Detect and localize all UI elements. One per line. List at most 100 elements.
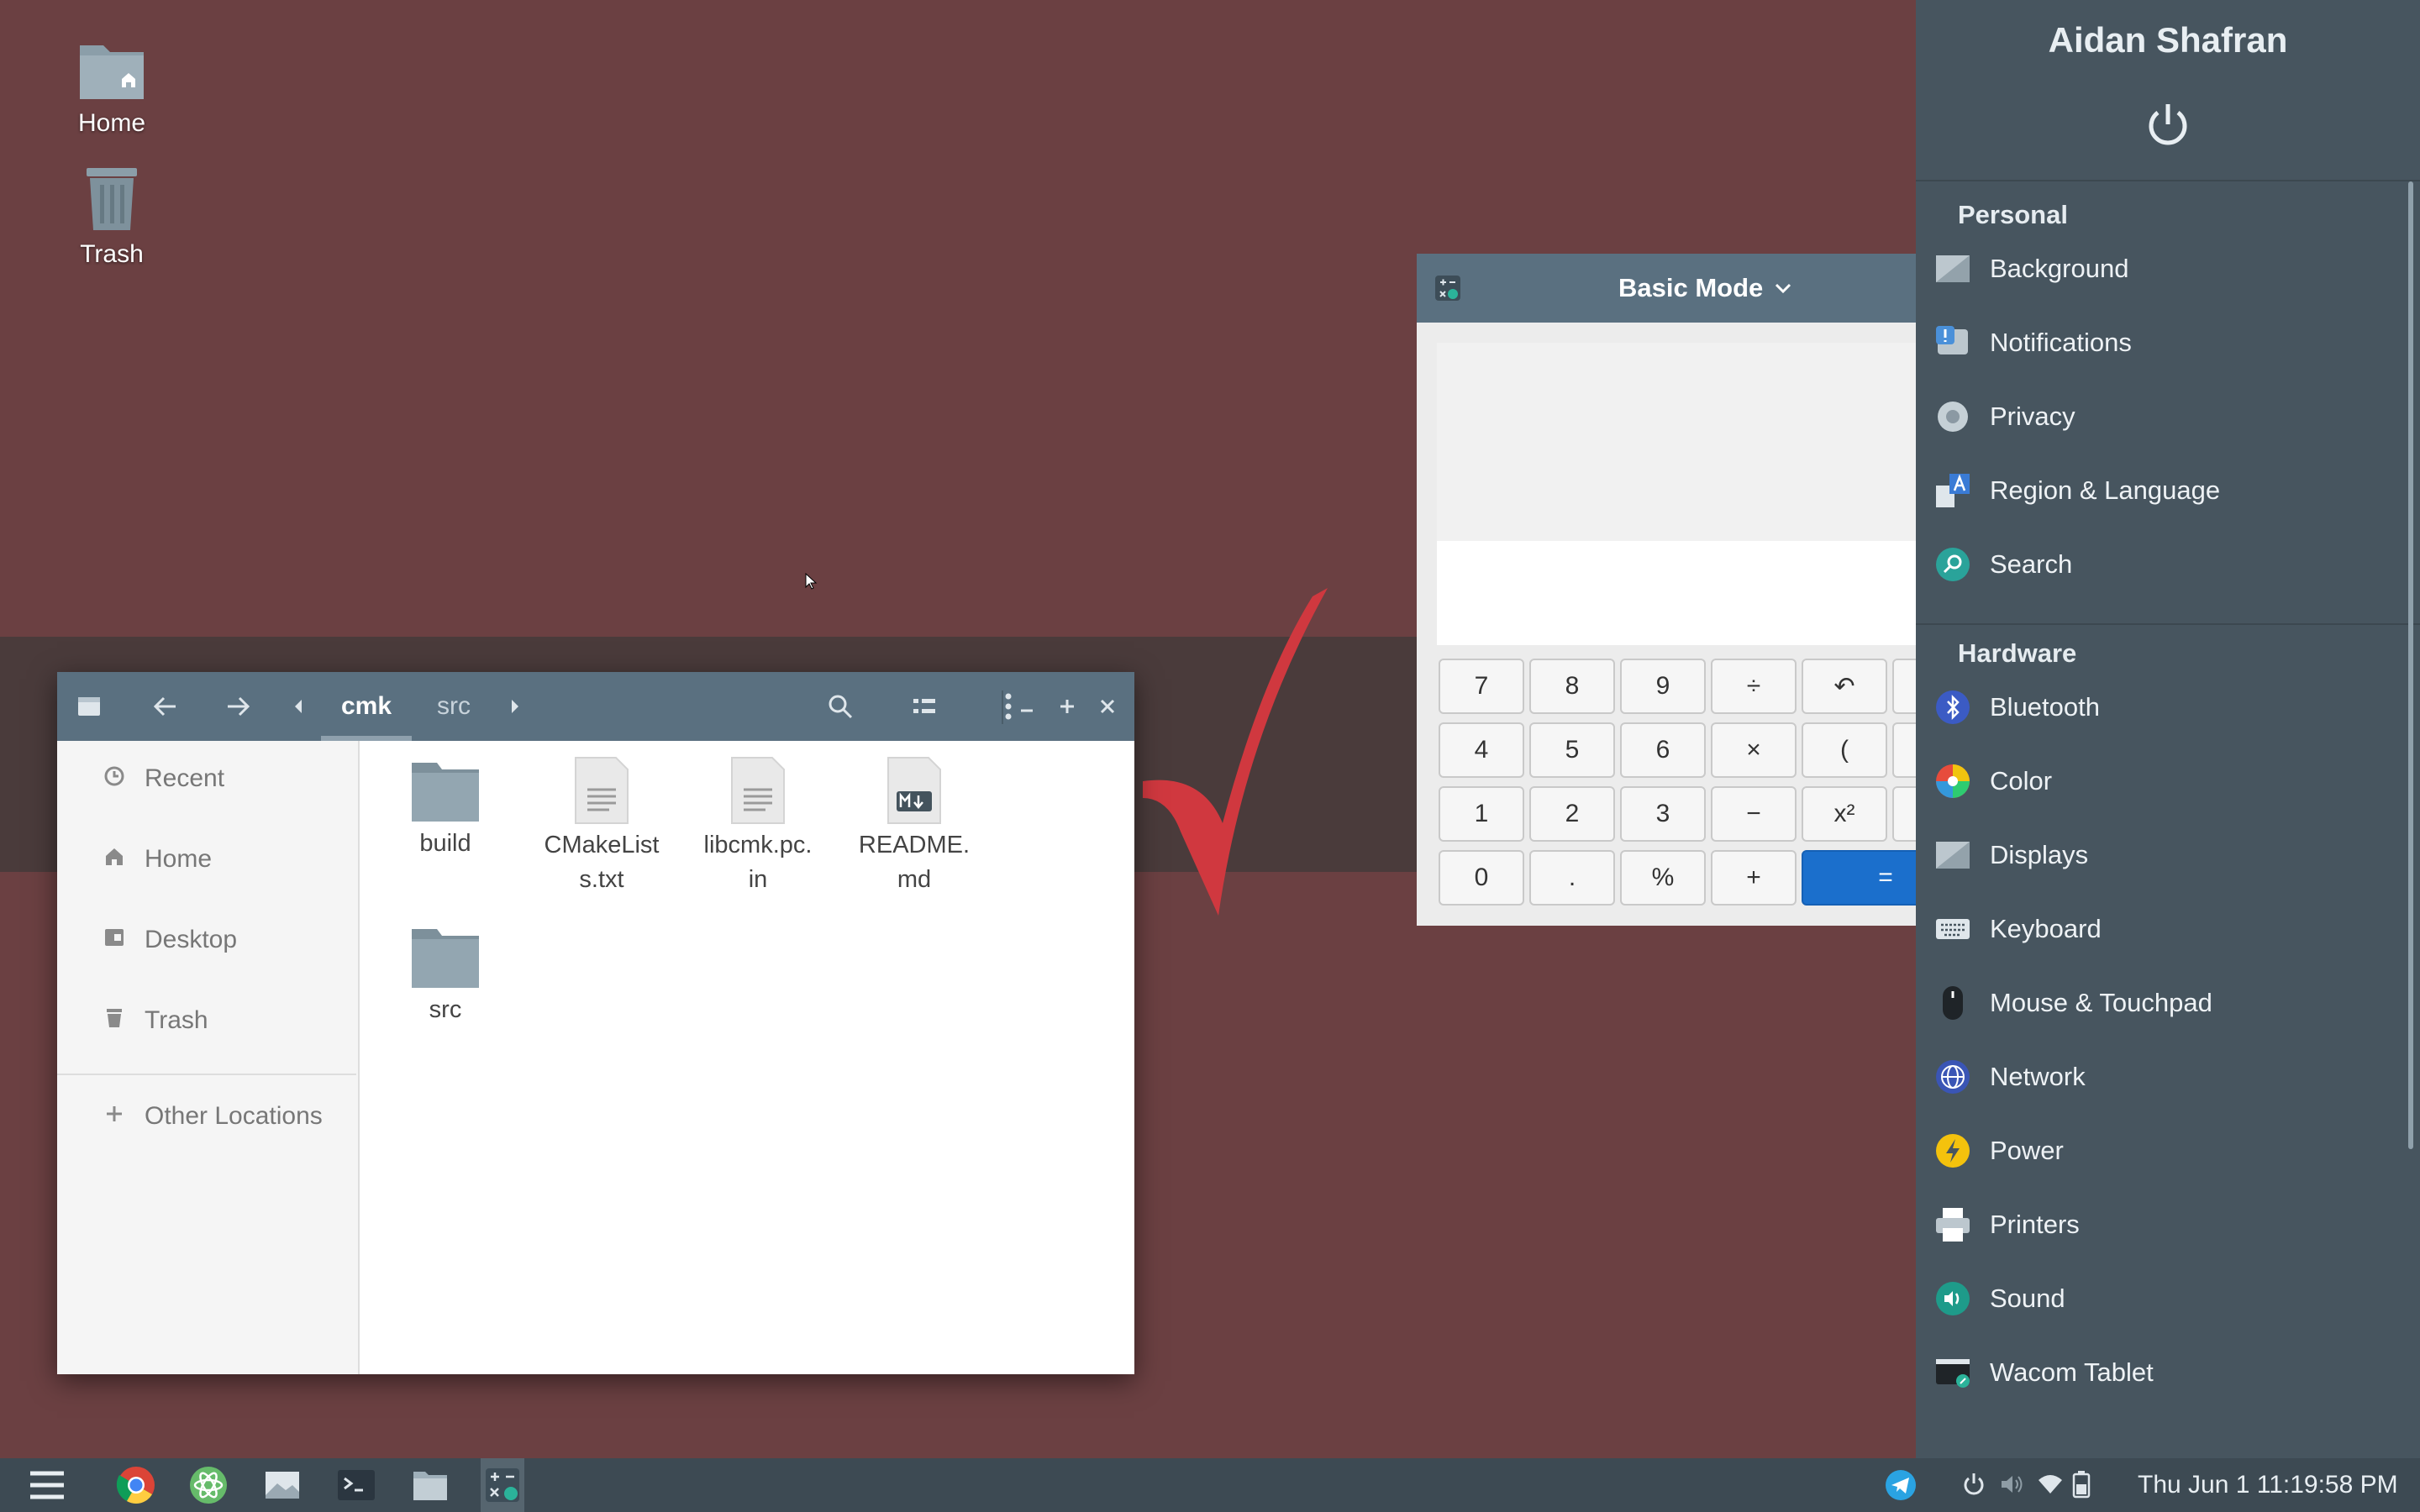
settings-item-sound[interactable]: Sound <box>1916 1265 2412 1332</box>
settings-item-label: Wacom Tablet <box>1990 1357 2154 1387</box>
header-separator <box>1002 690 1003 724</box>
breadcrumb-cmk[interactable]: cmk <box>341 672 392 741</box>
breadcrumb-src[interactable]: src <box>437 672 471 741</box>
clock-icon <box>94 765 134 793</box>
close-button[interactable] <box>1091 672 1124 741</box>
desktop-icon-trash[interactable]: Trash <box>49 163 175 269</box>
calc-key[interactable]: 3 <box>1620 786 1706 842</box>
telegram-icon[interactable] <box>1884 1468 1918 1502</box>
battery-icon[interactable] <box>2072 1470 2091 1499</box>
file-item-readme[interactable]: README. md <box>839 756 990 897</box>
mouse-pointer-icon <box>805 573 818 590</box>
search-button[interactable] <box>810 672 871 741</box>
menu-icon[interactable] <box>25 1463 69 1507</box>
displays-icon <box>1936 842 1970 869</box>
calc-key[interactable]: + <box>1711 850 1797 906</box>
calc-key[interactable]: % <box>1620 850 1706 906</box>
settings-item-wacom-tablet[interactable]: Wacom Tablet <box>1916 1339 2412 1406</box>
power-tray-icon[interactable] <box>1961 1472 1986 1497</box>
sidebar-item-recent[interactable]: Recent <box>57 749 356 808</box>
back-button[interactable] <box>134 672 195 741</box>
sidebar-item-label: Home <box>145 845 213 873</box>
calc-key[interactable]: . <box>1529 850 1615 906</box>
calc-key[interactable]: 7 <box>1439 659 1524 714</box>
image-viewer-icon[interactable] <box>260 1463 304 1507</box>
plus-icon <box>94 1105 134 1129</box>
sidebar-item-label: Other Locations <box>145 1102 323 1130</box>
settings-item-background[interactable]: Background <box>1916 235 2412 302</box>
minimize-icon <box>1021 709 1033 712</box>
file-name: src <box>429 996 462 1023</box>
minimize-button[interactable] <box>1010 672 1044 741</box>
color-icon <box>1936 764 1970 798</box>
settings-item-bluetooth[interactable]: Bluetooth <box>1916 674 2412 741</box>
files-icon[interactable] <box>408 1463 452 1507</box>
calculation-input-field[interactable] <box>1437 541 1938 645</box>
calc-key[interactable]: 2 <box>1529 786 1615 842</box>
search-icon <box>829 695 853 719</box>
sidebar-item-trash[interactable]: Trash <box>57 991 356 1050</box>
calc-key[interactable]: × <box>1711 722 1797 778</box>
power-icon[interactable] <box>2143 99 2193 150</box>
settings-item-mouse-touchpad[interactable]: Mouse & Touchpad <box>1916 969 2412 1037</box>
calc-key[interactable]: 5 <box>1529 722 1615 778</box>
settings-item-printers[interactable]: Printers <box>1916 1191 2412 1258</box>
settings-item-search[interactable]: Search <box>1916 531 2412 598</box>
settings-section-personal: Personal <box>1958 200 2068 229</box>
settings-item-power[interactable]: Power <box>1916 1117 2412 1184</box>
files-sidebar: Recent Home Desktop Trash Other Location… <box>57 741 360 1374</box>
calc-key[interactable]: 9 <box>1620 659 1706 714</box>
view-options-button[interactable] <box>894 672 955 741</box>
calc-key[interactable]: − <box>1711 786 1797 842</box>
settings-item-keyboard[interactable]: Keyboard <box>1916 895 2412 963</box>
settings-item-privacy[interactable]: Privacy <box>1916 383 2412 450</box>
home-icon <box>94 847 134 873</box>
forward-button[interactable] <box>208 672 269 741</box>
mode-label: Basic Mode <box>1618 273 1764 302</box>
settings-item-notifications[interactable]: Notifications <box>1916 309 2412 376</box>
desktop-icon-home[interactable]: Home <box>49 39 175 138</box>
settings-item-displays[interactable]: Displays <box>1916 822 2412 889</box>
file-item-cmakelists[interactable]: CMakeList s.txt <box>526 756 677 897</box>
calc-key[interactable]: 1 <box>1439 786 1524 842</box>
file-name-line: in <box>748 866 768 893</box>
calc-key[interactable]: ↶ <box>1802 659 1887 714</box>
calc-key[interactable]: 6 <box>1620 722 1706 778</box>
files-window: cmk src Recent Home Desktop Trash Other … <box>57 672 1134 1374</box>
sidebar-item-other-locations[interactable]: Other Locations <box>57 1087 356 1146</box>
settings-item-network[interactable]: Network <box>1916 1043 2412 1110</box>
window-menu-icon[interactable] <box>66 672 113 741</box>
sidebar-item-desktop[interactable]: Desktop <box>57 911 356 969</box>
calc-key[interactable]: ( <box>1802 722 1887 778</box>
privacy-icon <box>1938 402 1968 432</box>
terminal-icon[interactable] <box>334 1463 378 1507</box>
user-name: Aidan Shafran <box>2048 20 2288 60</box>
calculator-headerbar: Basic Mode <box>1417 254 1938 323</box>
breadcrumb-scroll-left-icon[interactable] <box>286 672 311 741</box>
file-item-libcmk[interactable]: libcmk.pc. in <box>682 756 834 897</box>
maximize-button[interactable] <box>1050 672 1084 741</box>
file-item-build[interactable]: build <box>370 759 521 861</box>
atom-icon[interactable] <box>187 1463 230 1507</box>
background-icon <box>1936 255 1970 282</box>
breadcrumb-scroll-right-icon[interactable] <box>502 672 528 741</box>
calculator-icon[interactable] <box>481 1463 524 1507</box>
calc-key[interactable]: x² <box>1802 786 1887 842</box>
sound-icon <box>1936 1282 1970 1315</box>
wifi-icon[interactable] <box>2037 1472 2064 1497</box>
settings-item-label: Region & Language <box>1990 475 2221 505</box>
calc-key[interactable]: 8 <box>1529 659 1615 714</box>
wacom-tablet-icon <box>1936 1359 1970 1388</box>
calc-key[interactable]: 0 <box>1439 850 1524 906</box>
settings-item-color[interactable]: Color <box>1916 748 2412 815</box>
volume-icon[interactable] <box>2000 1472 2027 1497</box>
chrome-icon[interactable] <box>114 1463 158 1507</box>
mode-selector[interactable]: Basic Mode <box>1618 254 1791 323</box>
settings-item-region-language[interactable]: Region & Language <box>1916 457 2412 524</box>
file-item-src[interactable]: src <box>370 926 521 1027</box>
sidebar-item-home[interactable]: Home <box>57 830 356 889</box>
clock[interactable]: Thu Jun 1 11:19:58 PM <box>2138 1458 2398 1512</box>
calc-key[interactable]: 4 <box>1439 722 1524 778</box>
settings-scrollbar[interactable] <box>2408 181 2413 1149</box>
calc-key[interactable]: ÷ <box>1711 659 1797 714</box>
